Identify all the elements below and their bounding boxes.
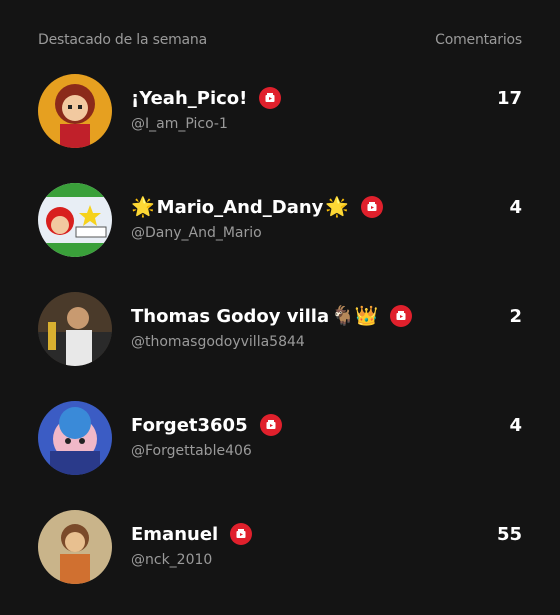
comment-count: 4 xyxy=(509,415,522,436)
comment-count: 55 xyxy=(496,524,522,545)
channel-name-text: ¡Yeah_Pico! xyxy=(131,87,248,109)
list-item[interactable]: Thomas Godoy villa 🐐👑 @thomasgodoyvilla58… xyxy=(0,288,560,397)
comments-column-label: Comentarios xyxy=(435,32,522,48)
list-item[interactable]: Forget3605 @Forgettable406 4 xyxy=(0,397,560,506)
channel-name[interactable]: Emanuel xyxy=(131,523,253,545)
channel-name-text: Forget3605 xyxy=(131,414,248,436)
avatar[interactable] xyxy=(38,292,112,366)
channel-handle[interactable]: @nck_2010 xyxy=(131,552,212,568)
header: Destacado de la semana Comentarios xyxy=(38,32,522,48)
avatar[interactable] xyxy=(38,183,112,257)
comment-count: 17 xyxy=(496,88,522,109)
youtube-badge-icon xyxy=(259,414,282,436)
youtube-badge-icon xyxy=(259,87,282,109)
avatar[interactable] xyxy=(38,510,112,584)
avatar[interactable] xyxy=(38,74,112,148)
youtube-badge-icon xyxy=(390,305,413,327)
list-item[interactable]: ¡Yeah_Pico! @I_am_Pico-1 17 xyxy=(0,70,560,179)
star-emoji-icon: 🌟 xyxy=(325,195,350,218)
channel-handle[interactable]: @Dany_And_Mario xyxy=(131,225,262,241)
featured-list: ¡Yeah_Pico! @I_am_Pico-1 17 🌟 Mario_And_D… xyxy=(0,70,560,615)
channel-name[interactable]: Thomas Godoy villa 🐐👑 xyxy=(131,304,413,327)
star-emoji-icon: 🌟 xyxy=(131,195,155,218)
channel-name-text: Mario_And_Dany xyxy=(156,196,324,218)
channel-name-text: Thomas Godoy villa xyxy=(131,305,330,327)
channel-handle[interactable]: @Forgettable406 xyxy=(131,443,252,459)
avatar[interactable] xyxy=(38,401,112,475)
channel-handle[interactable]: @I_am_Pico-1 xyxy=(131,116,228,132)
comment-count: 4 xyxy=(509,197,522,218)
channel-name-text: Emanuel xyxy=(131,523,219,545)
channel-name[interactable]: 🌟 Mario_And_Dany 🌟 xyxy=(131,195,384,218)
list-item[interactable]: Emanuel @nck_2010 55 xyxy=(0,506,560,615)
channel-handle[interactable]: @thomasgodoyvilla5844 xyxy=(131,334,305,350)
channel-name[interactable]: Forget3605 xyxy=(131,414,282,436)
channel-name[interactable]: ¡Yeah_Pico! xyxy=(131,87,282,109)
list-item[interactable]: 🌟 Mario_And_Dany 🌟 @Dany_And_Mario 4 xyxy=(0,179,560,288)
youtube-badge-icon xyxy=(230,523,253,545)
section-title: Destacado de la semana xyxy=(38,32,207,48)
youtube-badge-icon xyxy=(361,196,384,218)
goat-crown-emoji-icon: 🐐👑 xyxy=(331,304,379,327)
comment-count: 2 xyxy=(509,306,522,327)
